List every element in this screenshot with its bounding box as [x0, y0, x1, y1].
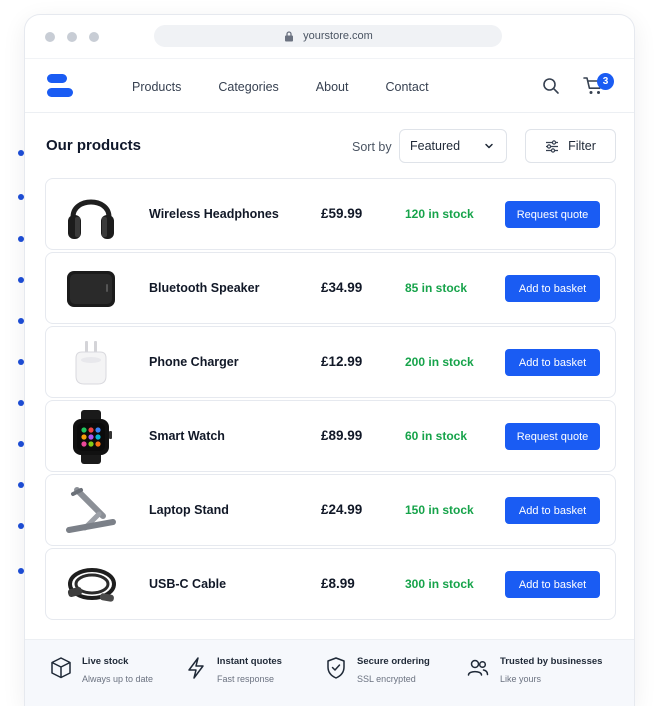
address-bar[interactable]: yourstore.com	[154, 25, 502, 47]
features-strip: Live stock Always up to date Instant quo…	[25, 639, 634, 706]
smartwatch-icon	[62, 407, 120, 467]
window-dot-minimize[interactable]	[67, 32, 77, 42]
speaker-icon	[62, 259, 120, 319]
chevron-down-icon	[485, 143, 493, 149]
sort-value: Featured	[410, 139, 461, 153]
site-header: Products Categories About Contact	[25, 58, 634, 113]
product-row: Phone Charger £12.99 200 in stock Add to…	[45, 326, 616, 398]
nav-products[interactable]: Products	[132, 80, 181, 94]
browser-chrome: yourstore.com	[25, 15, 634, 58]
search-icon[interactable]	[542, 77, 562, 97]
page-title: Our products	[46, 137, 142, 154]
product-price: £24.99	[321, 502, 363, 517]
product-row: Laptop Stand £24.99 150 in stock Add to …	[45, 474, 616, 546]
product-row: Bluetooth Speaker £34.99 85 in stock Add…	[45, 252, 616, 324]
product-name: Bluetooth Speaker	[149, 281, 260, 295]
feature-subtitle: Always up to date	[82, 674, 154, 684]
product-price: £34.99	[321, 280, 363, 295]
add-to-basket-button[interactable]: Add to basket	[505, 571, 600, 598]
cart-count-badge: 3	[597, 73, 614, 90]
window-controls	[45, 32, 99, 42]
headphones-icon	[62, 185, 120, 245]
stock-status: 300 in stock	[405, 577, 474, 591]
lightning-icon	[188, 657, 204, 679]
product-name: Phone Charger	[149, 355, 239, 369]
feature-instant-quotes: Instant quotes Fast response	[185, 656, 282, 684]
feature-subtitle: SSL encrypted	[357, 674, 416, 684]
users-icon	[467, 659, 489, 676]
main-nav: Products Categories About Contact	[132, 59, 429, 114]
nav-contact[interactable]: Contact	[385, 80, 428, 94]
box-icon	[51, 657, 71, 679]
charger-icon	[62, 333, 120, 393]
lock-icon	[283, 30, 295, 42]
laptop-stand-icon	[62, 481, 120, 541]
product-price: £8.99	[321, 576, 355, 591]
add-to-basket-button[interactable]: Add to basket	[505, 349, 600, 376]
sort-dropdown[interactable]: Featured	[399, 129, 507, 163]
filter-label: Filter	[568, 139, 596, 153]
product-name: Wireless Headphones	[149, 207, 279, 221]
request-quote-button[interactable]: Request quote	[505, 423, 600, 450]
product-price: £89.99	[321, 428, 363, 443]
add-to-basket-button[interactable]: Add to basket	[505, 497, 600, 524]
brand-logo[interactable]	[47, 74, 73, 98]
cable-icon	[62, 555, 120, 615]
feature-subtitle: Fast response	[217, 674, 275, 684]
feature-trusted: Trusted by businesses Like yours	[466, 656, 602, 684]
stock-status: 60 in stock	[405, 429, 468, 443]
sort-label: Sort by	[352, 140, 392, 154]
product-row: Wireless Headphones £59.99 120 in stock …	[45, 178, 616, 250]
feature-title: Instant quotes	[217, 656, 282, 667]
window-dot-close[interactable]	[45, 32, 55, 42]
product-name: Smart Watch	[149, 429, 225, 443]
product-row: Smart Watch £89.99 60 in stock Request q…	[45, 400, 616, 472]
feature-title: Secure ordering	[357, 656, 430, 667]
product-name: Laptop Stand	[149, 503, 229, 517]
feature-title: Trusted by businesses	[500, 656, 603, 667]
url-text: yourstore.com	[303, 30, 373, 42]
add-to-basket-button[interactable]: Add to basket	[505, 275, 600, 302]
nav-categories[interactable]: Categories	[218, 80, 278, 94]
product-price: £12.99	[321, 354, 363, 369]
sliders-icon	[546, 139, 559, 153]
shield-check-icon	[327, 657, 345, 679]
nav-about[interactable]: About	[316, 80, 349, 94]
filter-button[interactable]: Filter	[525, 129, 616, 163]
window-dot-maximize[interactable]	[89, 32, 99, 42]
feature-live-stock: Live stock Always up to date	[50, 656, 153, 684]
feature-title: Live stock	[82, 656, 129, 667]
stock-status: 150 in stock	[405, 503, 474, 517]
stock-status: 200 in stock	[405, 355, 474, 369]
request-quote-button[interactable]: Request quote	[505, 201, 600, 228]
stock-status: 85 in stock	[405, 281, 468, 295]
product-row: USB-C Cable £8.99 300 in stock Add to ba…	[45, 548, 616, 620]
product-name: USB-C Cable	[149, 577, 227, 591]
product-price: £59.99	[321, 206, 363, 221]
feature-secure-ordering: Secure ordering SSL encrypted	[325, 656, 430, 684]
feature-subtitle: Like yours	[500, 674, 542, 684]
stock-status: 120 in stock	[405, 207, 474, 221]
browser-window: yourstore.com Products Categories About …	[24, 14, 635, 706]
